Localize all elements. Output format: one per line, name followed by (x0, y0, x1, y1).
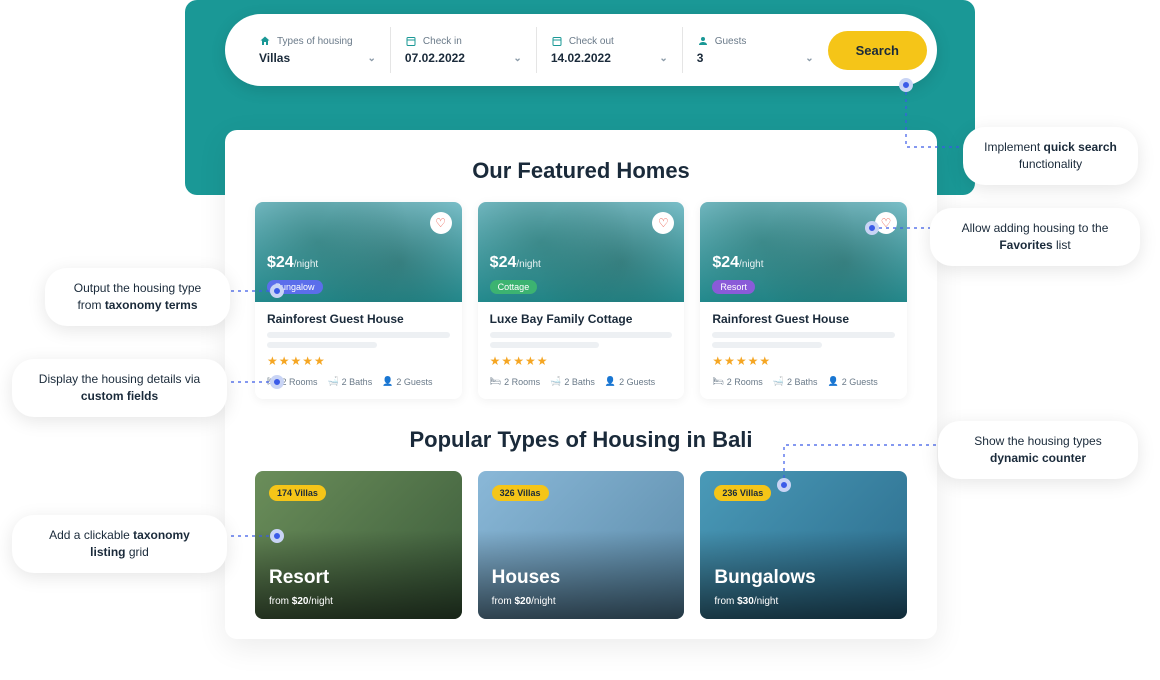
guests-value: 3 (697, 51, 704, 65)
listing-meta: 🛏2 Rooms 🛁2 Baths 👤2 Guests (267, 376, 450, 387)
listing-meta: 🛏2 Rooms 🛁2 Baths 👤2 Guests (490, 376, 673, 387)
chevron-down-icon: ⌄ (368, 53, 376, 64)
person-icon: 👤 (382, 376, 393, 387)
count-badge: 236 Villas (714, 485, 771, 501)
callout-custom-fields: Display the housing details via custom f… (12, 359, 227, 417)
housing-type-label: Types of housing (277, 36, 353, 47)
annotation-dot (270, 375, 284, 389)
bath-icon: 🛁 (773, 376, 784, 387)
heart-icon: ♡ (881, 216, 892, 230)
type-card-resort[interactable]: 174 Villas Resort from $20/night (255, 471, 462, 619)
listing-card[interactable]: ♡ $24/night Bungalow Rainforest Guest Ho… (255, 202, 462, 399)
person-icon (697, 35, 709, 47)
type-name: Resort (269, 567, 329, 589)
listing-price: $24/night (490, 254, 541, 272)
listing-title: Rainforest Guest House (712, 312, 895, 326)
bath-icon: 🛁 (550, 376, 561, 387)
annotation-dot (899, 78, 913, 92)
rating-stars: ★★★★★ (267, 354, 450, 368)
search-bar: Types of housing Villas ⌄ Check in 07.02.… (225, 14, 937, 86)
type-name: Bungalows (714, 567, 815, 589)
checkin-select[interactable]: Check in 07.02.2022 ⌄ (391, 27, 537, 73)
bed-icon: 🛏 (490, 376, 501, 387)
listing-price: $24/night (267, 254, 318, 272)
search-button[interactable]: Search (828, 31, 927, 70)
rating-stars: ★★★★★ (490, 354, 673, 368)
callout-quick-search: Implement quick search functionality (963, 127, 1138, 185)
featured-cards-row: ♡ $24/night Bungalow Rainforest Guest Ho… (255, 202, 907, 399)
favorite-button[interactable]: ♡ (430, 212, 452, 234)
listing-image: ♡ $24/night Bungalow (255, 202, 462, 302)
text-placeholder (712, 332, 895, 338)
count-badge: 174 Villas (269, 485, 326, 501)
callout-taxonomy-listing: Add a clickable taxonomy listing grid (12, 515, 227, 573)
rating-stars: ★★★★★ (712, 354, 895, 368)
type-card-bungalows[interactable]: 236 Villas Bungalows from $30/night (700, 471, 907, 619)
guests-label: Guests (715, 36, 747, 47)
listing-price: $24/night (712, 254, 763, 272)
callout-dynamic-counter: Show the housing types dynamic counter (938, 421, 1138, 479)
count-badge: 326 Villas (492, 485, 549, 501)
text-placeholder (490, 332, 673, 338)
listing-card[interactable]: ♡ $24/night Cottage Luxe Bay Family Cott… (478, 202, 685, 399)
person-icon: 👤 (828, 376, 839, 387)
annotation-dot (777, 478, 791, 492)
checkout-value: 14.02.2022 (551, 51, 611, 65)
calendar-icon (551, 35, 563, 47)
type-from-price: from $20/night (492, 596, 556, 607)
heart-icon: ♡ (658, 216, 669, 230)
heart-icon: ♡ (435, 216, 446, 230)
taxonomy-badge: Cottage (490, 280, 538, 294)
callout-taxonomy-terms: Output the housing type from taxonomy te… (45, 268, 230, 326)
text-placeholder (712, 342, 822, 348)
type-from-price: from $20/night (269, 596, 333, 607)
annotation-dot (865, 221, 879, 235)
bed-icon: 🛏 (712, 376, 723, 387)
type-from-price: from $30/night (714, 596, 778, 607)
listing-title: Luxe Bay Family Cottage (490, 312, 673, 326)
bath-icon: 🛁 (327, 376, 338, 387)
checkout-label: Check out (569, 36, 614, 47)
types-row: 174 Villas Resort from $20/night 326 Vil… (255, 471, 907, 619)
text-placeholder (490, 342, 600, 348)
housing-type-select[interactable]: Types of housing Villas ⌄ (245, 27, 391, 73)
taxonomy-badge: Resort (712, 280, 755, 294)
featured-title: Our Featured Homes (255, 158, 907, 184)
listing-title: Rainforest Guest House (267, 312, 450, 326)
checkin-value: 07.02.2022 (405, 51, 465, 65)
annotation-dot (270, 529, 284, 543)
main-content-card: Our Featured Homes ♡ $24/night Bungalow … (225, 130, 937, 639)
listing-meta: 🛏2 Rooms 🛁2 Baths 👤2 Guests (712, 376, 895, 387)
calendar-icon (405, 35, 417, 47)
callout-favorites: Allow adding housing to the Favorites li… (930, 208, 1140, 266)
checkout-select[interactable]: Check out 14.02.2022 ⌄ (537, 27, 683, 73)
annotation-dot (270, 284, 284, 298)
favorite-button[interactable]: ♡ (652, 212, 674, 234)
home-icon (259, 35, 271, 47)
type-card-houses[interactable]: 326 Villas Houses from $20/night (478, 471, 685, 619)
listing-image: ♡ $24/night Cottage (478, 202, 685, 302)
type-name: Houses (492, 567, 561, 589)
housing-type-value: Villas (259, 51, 290, 65)
text-placeholder (267, 342, 377, 348)
guests-select[interactable]: Guests 3 ⌄ (683, 27, 828, 73)
chevron-down-icon: ⌄ (513, 53, 521, 64)
person-icon: 👤 (605, 376, 616, 387)
chevron-down-icon: ⌄ (659, 53, 667, 64)
text-placeholder (267, 332, 450, 338)
types-title: Popular Types of Housing in Bali (255, 427, 907, 453)
listing-image: ♡ $24/night Resort (700, 202, 907, 302)
chevron-down-icon: ⌄ (805, 53, 813, 64)
checkin-label: Check in (423, 36, 462, 47)
